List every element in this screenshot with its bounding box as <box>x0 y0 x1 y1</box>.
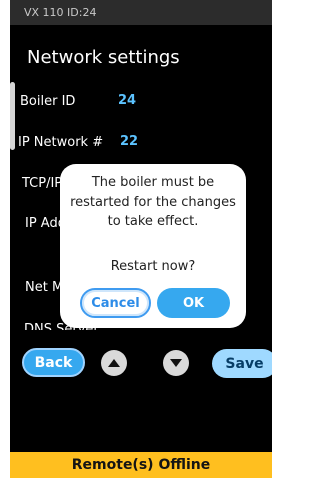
restart-dialog: The boiler must be restarted for the cha… <box>60 164 246 328</box>
setting-label: IP Network # <box>18 135 104 150</box>
cancel-button[interactable]: Cancel <box>80 288 151 318</box>
scroll-down-button[interactable] <box>163 350 189 376</box>
setting-label: Boiler ID <box>20 94 76 109</box>
chevron-up-icon <box>108 359 120 367</box>
top-status-bar: VX 110 ID:24 <box>10 0 272 25</box>
setting-value: 24 <box>118 93 137 108</box>
ok-button[interactable]: OK <box>157 288 230 318</box>
bottom-nav: Back Save <box>10 346 272 380</box>
scroll-up-button[interactable] <box>101 350 127 376</box>
status-text: Remote(s) Offline <box>71 457 211 473</box>
setting-row-ip-network[interactable]: IP Network # 22 <box>10 131 272 155</box>
chevron-down-icon <box>170 359 182 367</box>
scroll-indicator[interactable] <box>10 82 15 150</box>
setting-label: TCP/IP <box>22 176 63 191</box>
dialog-question: Restart now? <box>110 259 196 274</box>
device-info: VX 110 ID:24 <box>24 6 97 19</box>
back-button[interactable]: Back <box>22 348 85 377</box>
setting-value: 22 <box>120 134 139 149</box>
page-title: Network settings <box>27 47 180 68</box>
status-bar: Remote(s) Offline <box>10 452 272 478</box>
setting-row-boiler-id[interactable]: Boiler ID 24 <box>10 90 272 114</box>
save-button[interactable]: Save <box>212 349 272 378</box>
dialog-message: The boiler must be restarted for the cha… <box>70 175 236 229</box>
device-screen: VX 110 ID:24 Network settings Boiler ID … <box>10 0 272 478</box>
